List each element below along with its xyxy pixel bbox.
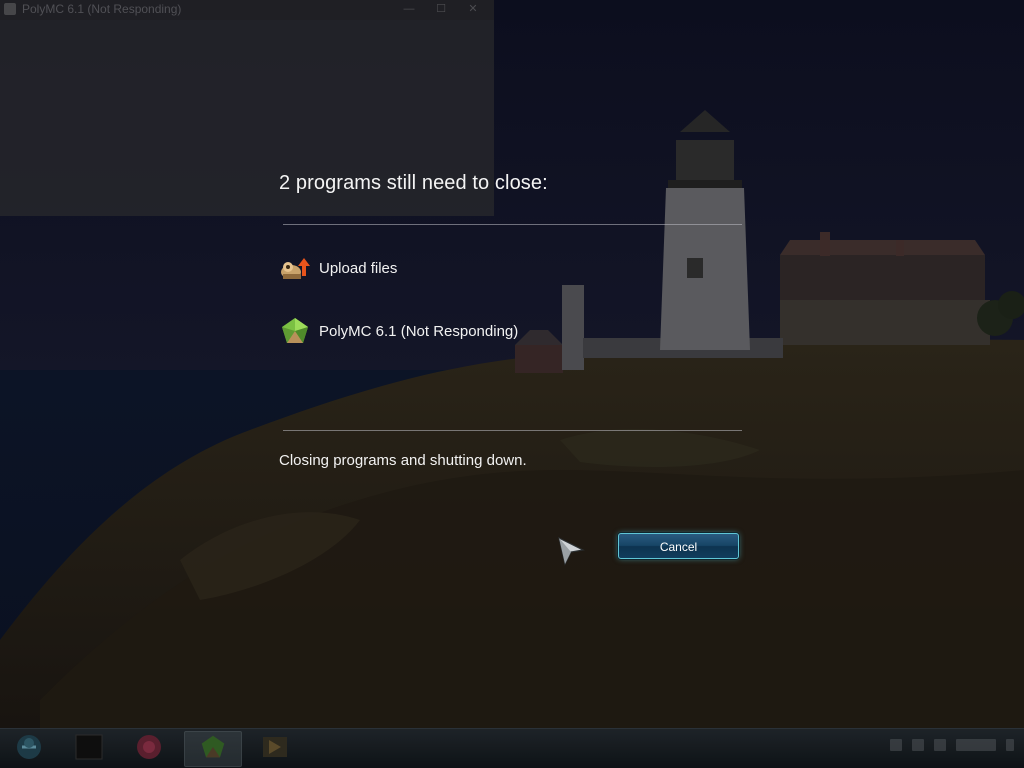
taskbar-item-polymc[interactable] [184,731,242,767]
terminal-icon [75,734,103,765]
desktop-screen: PolyMC 6.1 (Not Responding) — ☐ ✕ 2 prog… [0,0,1024,768]
polymc-icon [200,734,226,765]
shutdown-dialog: 2 programs still need to close: Upload f… [279,172,744,572]
tray-arrow-icon[interactable] [890,739,902,751]
minimize-icon: — [403,3,415,15]
media-icon [261,734,289,765]
dialog-heading: 2 programs still need to close: [279,172,548,194]
cancel-button[interactable]: Cancel [618,533,739,559]
window-controls: — ☐ ✕ [396,2,486,16]
mouse-cursor-icon [557,536,585,566]
start-orb-icon [15,733,43,766]
divider [283,224,742,225]
close-icon: ✕ [468,3,478,15]
network-icon[interactable] [912,739,924,751]
clock[interactable] [956,739,996,751]
taskbar-item-media[interactable] [246,731,304,767]
divider [283,430,742,431]
show-desktop-button[interactable] [1006,739,1014,751]
shutdown-status: Closing programs and shutting down. [279,452,527,469]
browser-icon [135,733,163,766]
background-window-title: PolyMC 6.1 (Not Responding) [22,2,182,16]
program-item-upload-files: Upload files [279,252,397,284]
upload-files-icon [279,252,311,284]
background-window-titlebar: PolyMC 6.1 (Not Responding) — ☐ ✕ [0,0,494,20]
start-button[interactable] [0,731,58,767]
program-label: Upload files [319,259,398,277]
maximize-icon: ☐ [436,3,446,15]
taskbar-item-browser[interactable] [120,731,178,767]
app-icon [4,3,16,15]
program-item-polymc: PolyMC 6.1 (Not Responding) [279,315,518,347]
taskbar [0,728,1024,768]
taskbar-item-terminal[interactable] [60,731,118,767]
polymc-icon [279,315,311,347]
system-tray [890,739,1014,751]
volume-icon[interactable] [934,739,946,751]
program-label: PolyMC 6.1 (Not Responding) [319,322,519,340]
